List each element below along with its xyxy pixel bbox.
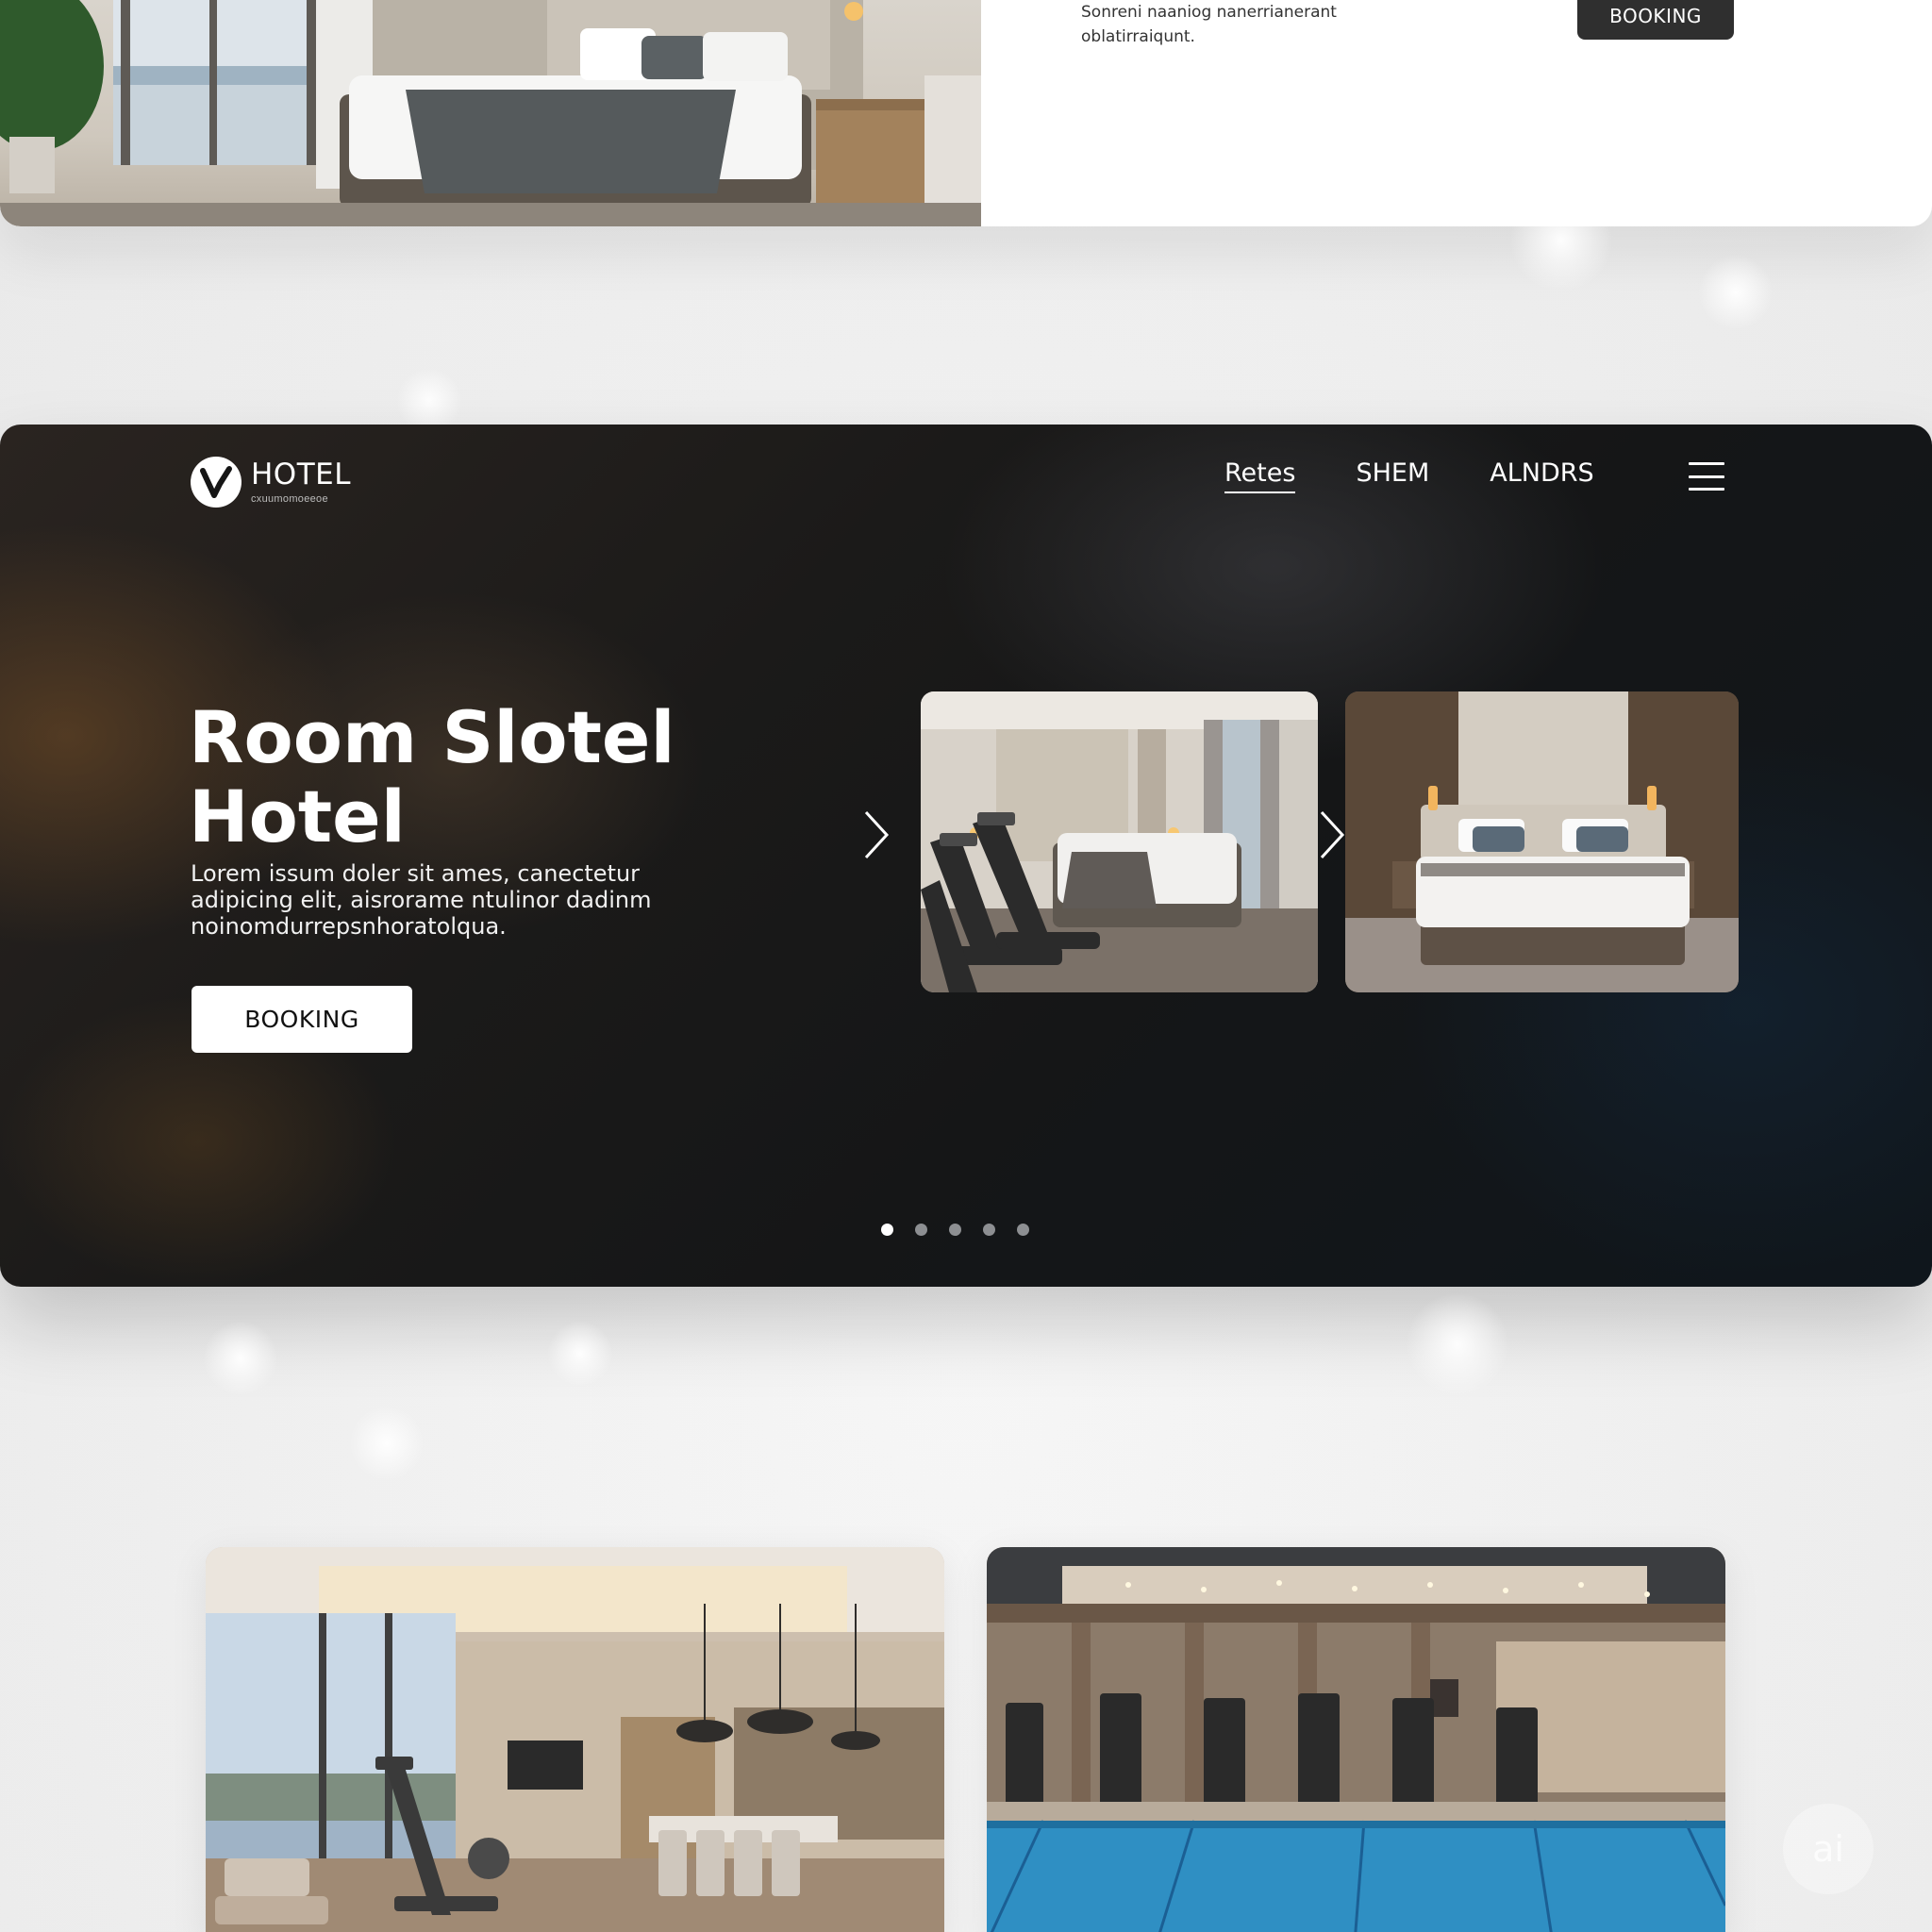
logo-mark-icon: [191, 457, 242, 508]
chevron-right-icon[interactable]: [1316, 808, 1348, 861]
hero-description: Lorem issum doler sit ames, canectetur a…: [191, 860, 681, 940]
logo-tagline: cxuumomoeeoe: [251, 492, 328, 505]
hero-title: Room Slotel Hotel: [189, 698, 717, 857]
carousel-dot[interactable]: [881, 1224, 893, 1236]
carousel-dot[interactable]: [949, 1224, 961, 1236]
nav-link-retes[interactable]: Retes: [1224, 458, 1296, 493]
watermark-badge: ai: [1783, 1804, 1874, 1894]
carousel-dot[interactable]: [915, 1224, 927, 1236]
bokeh-light: [1406, 1292, 1509, 1396]
room-snippet: Sonreni naaniog nanerrianerant oblatirra…: [1081, 0, 1421, 50]
logo-name: HOTEL: [251, 457, 352, 491]
snippet-line: oblatirraiqunt.: [1081, 27, 1195, 47]
top-booking-button[interactable]: BOOKING: [1577, 0, 1734, 40]
bokeh-light: [1509, 189, 1613, 292]
hero-desc-line: Lorem issum doler sit ames, canectetur: [191, 860, 641, 887]
nav-link-alndrs[interactable]: ALNDRS: [1490, 458, 1593, 493]
carousel-dot[interactable]: [983, 1224, 995, 1236]
hotel-logo[interactable]: HOTEL cxuumomoeeoe: [191, 457, 351, 508]
bedroom-photo: [0, 0, 981, 226]
room-preview-card: Sonreni naaniog nanerrianerant oblatirra…: [0, 0, 1932, 226]
hero-booking-button[interactable]: BOOKING: [192, 986, 412, 1053]
hamburger-menu-icon[interactable]: [1689, 462, 1724, 491]
gallery-card-lounge[interactable]: [206, 1547, 944, 1932]
hero-title-line: Room Slotel: [189, 695, 675, 779]
carousel-dots: [881, 1224, 1051, 1236]
carousel-dot[interactable]: [1017, 1224, 1029, 1236]
nav-link-shem[interactable]: SHEM: [1356, 458, 1429, 493]
main-nav: Retes SHEM ALNDRS: [1224, 458, 1655, 493]
carousel-slide[interactable]: [921, 691, 1318, 992]
hero-banner: HOTEL cxuumomoeeoe Retes SHEM ALNDRS Roo…: [0, 425, 1932, 1287]
hero-desc-line: noinomdurrepsnhoratolqua.: [191, 913, 507, 940]
gallery-card-pool[interactable]: [987, 1547, 1725, 1932]
bokeh-light: [203, 1321, 278, 1396]
chevron-right-icon[interactable]: [860, 808, 892, 861]
bokeh-light: [547, 1321, 613, 1387]
snippet-line: Sonreni naaniog nanerrianerant: [1081, 3, 1337, 22]
hero-title-line: Hotel: [189, 774, 406, 858]
bokeh-light: [1698, 255, 1774, 330]
carousel-slide[interactable]: [1345, 691, 1739, 992]
hero-desc-line: adipicing elit, aisrorame ntulinor dadin…: [191, 887, 652, 913]
bokeh-light: [349, 1406, 425, 1481]
